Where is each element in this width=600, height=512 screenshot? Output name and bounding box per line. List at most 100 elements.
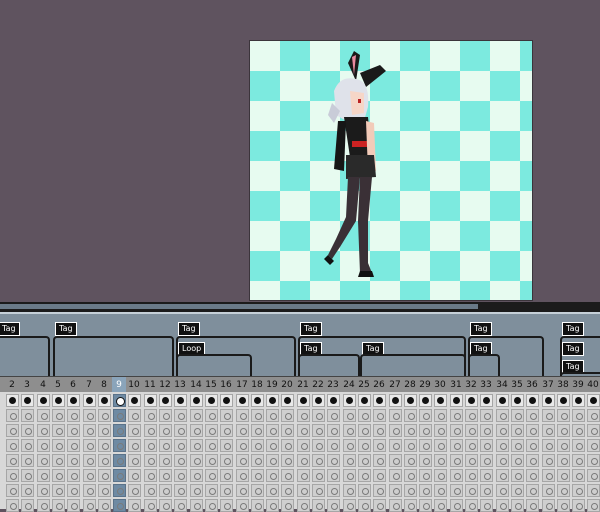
empty-cel[interactable]: [281, 454, 294, 467]
empty-cel[interactable]: [98, 469, 111, 482]
empty-cel[interactable]: [480, 454, 493, 467]
empty-cel[interactable]: [52, 469, 65, 482]
empty-cel[interactable]: [373, 469, 386, 482]
empty-cel[interactable]: [480, 499, 493, 512]
empty-cel[interactable]: [358, 409, 371, 422]
empty-cel[interactable]: [266, 409, 279, 422]
empty-cel[interactable]: [174, 424, 187, 437]
empty-cel[interactable]: [496, 439, 509, 452]
frame-number-37[interactable]: 37: [541, 377, 555, 392]
empty-cel[interactable]: [419, 484, 432, 497]
empty-cel[interactable]: [174, 499, 187, 512]
empty-cel[interactable]: [190, 499, 203, 512]
cel-grid[interactable]: [0, 392, 600, 512]
empty-cel[interactable]: [113, 424, 126, 437]
empty-cel[interactable]: [526, 499, 539, 512]
empty-cel[interactable]: [297, 409, 310, 422]
empty-cel[interactable]: [389, 499, 402, 512]
empty-cel[interactable]: [236, 499, 249, 512]
empty-cel[interactable]: [266, 424, 279, 437]
empty-cel[interactable]: [144, 409, 157, 422]
empty-cel[interactable]: [511, 454, 524, 467]
empty-cel[interactable]: [174, 484, 187, 497]
empty-cel[interactable]: [450, 469, 463, 482]
empty-cel[interactable]: [343, 454, 356, 467]
frame-number-11[interactable]: 11: [143, 377, 157, 392]
empty-cel[interactable]: [542, 409, 555, 422]
empty-cel[interactable]: [205, 424, 218, 437]
empty-cel[interactable]: [572, 499, 585, 512]
empty-cel[interactable]: [251, 484, 264, 497]
empty-cel[interactable]: [404, 439, 417, 452]
frame-number-32[interactable]: 32: [464, 377, 478, 392]
empty-cel[interactable]: [266, 469, 279, 482]
empty-cel[interactable]: [587, 484, 600, 497]
empty-cel[interactable]: [450, 409, 463, 422]
empty-cel[interactable]: [343, 484, 356, 497]
empty-cel[interactable]: [220, 454, 233, 467]
frame-number-31[interactable]: 31: [449, 377, 463, 392]
empty-cel[interactable]: [190, 424, 203, 437]
empty-cel[interactable]: [297, 424, 310, 437]
empty-cel[interactable]: [236, 454, 249, 467]
frame-number-13[interactable]: 13: [173, 377, 187, 392]
empty-cel[interactable]: [327, 484, 340, 497]
empty-cel[interactable]: [434, 409, 447, 422]
empty-cel[interactable]: [128, 409, 141, 422]
empty-cel[interactable]: [37, 499, 50, 512]
frame-number-22[interactable]: 22: [311, 377, 325, 392]
empty-cel[interactable]: [251, 424, 264, 437]
frame-number-9[interactable]: 9: [112, 377, 126, 392]
empty-cel[interactable]: [312, 469, 325, 482]
empty-cel[interactable]: [404, 424, 417, 437]
empty-cel[interactable]: [526, 439, 539, 452]
empty-cel[interactable]: [587, 409, 600, 422]
empty-cel[interactable]: [98, 409, 111, 422]
frame-number-17[interactable]: 17: [235, 377, 249, 392]
empty-cel[interactable]: [67, 409, 80, 422]
empty-cel[interactable]: [236, 424, 249, 437]
empty-cel[interactable]: [297, 454, 310, 467]
keyframe-cel[interactable]: [236, 394, 249, 407]
empty-cel[interactable]: [220, 439, 233, 452]
frame-number-25[interactable]: 25: [357, 377, 371, 392]
empty-cel[interactable]: [343, 469, 356, 482]
empty-cel[interactable]: [511, 469, 524, 482]
empty-cel[interactable]: [144, 454, 157, 467]
empty-cel[interactable]: [37, 484, 50, 497]
empty-cel[interactable]: [389, 484, 402, 497]
empty-cel[interactable]: [312, 454, 325, 467]
empty-cel[interactable]: [373, 424, 386, 437]
empty-cel[interactable]: [480, 469, 493, 482]
empty-cel[interactable]: [557, 499, 570, 512]
empty-cel[interactable]: [67, 454, 80, 467]
empty-cel[interactable]: [52, 439, 65, 452]
empty-cel[interactable]: [220, 424, 233, 437]
empty-cel[interactable]: [67, 499, 80, 512]
empty-cel[interactable]: [557, 469, 570, 482]
empty-cel[interactable]: [297, 499, 310, 512]
empty-cel[interactable]: [358, 439, 371, 452]
frame-number-28[interactable]: 28: [403, 377, 417, 392]
empty-cel[interactable]: [587, 454, 600, 467]
empty-cel[interactable]: [21, 454, 34, 467]
keyframe-cel[interactable]: [6, 394, 19, 407]
empty-cel[interactable]: [174, 469, 187, 482]
empty-cel[interactable]: [572, 439, 585, 452]
keyframe-cel[interactable]: [542, 394, 555, 407]
empty-cel[interactable]: [312, 424, 325, 437]
empty-cel[interactable]: [496, 469, 509, 482]
empty-cel[interactable]: [113, 409, 126, 422]
empty-cel[interactable]: [587, 439, 600, 452]
keyframe-cel[interactable]: [281, 394, 294, 407]
empty-cel[interactable]: [450, 499, 463, 512]
empty-cel[interactable]: [190, 439, 203, 452]
empty-cel[interactable]: [6, 439, 19, 452]
keyframe-cel[interactable]: [572, 394, 585, 407]
keyframe-cel[interactable]: [174, 394, 187, 407]
empty-cel[interactable]: [419, 439, 432, 452]
empty-cel[interactable]: [113, 439, 126, 452]
empty-cel[interactable]: [465, 454, 478, 467]
empty-cel[interactable]: [297, 469, 310, 482]
frame-number-38[interactable]: 38: [556, 377, 570, 392]
